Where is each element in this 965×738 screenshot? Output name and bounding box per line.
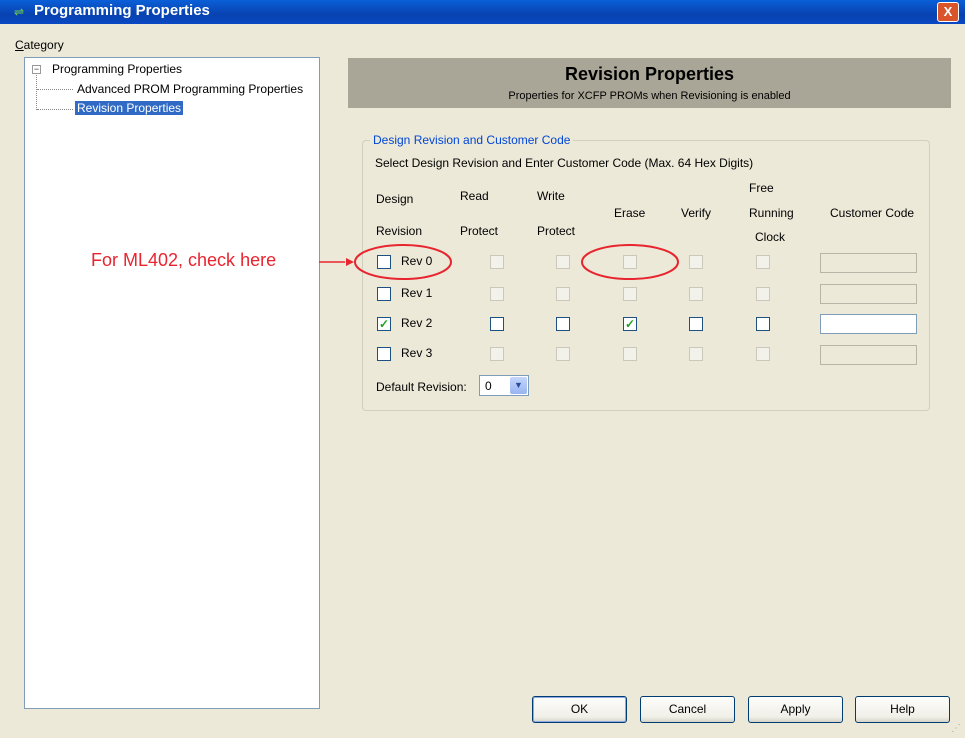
rev-0-write-protect-checkbox bbox=[556, 255, 570, 269]
tree-connector bbox=[36, 75, 37, 110]
groupbox-instruction: Select Design Revision and Enter Custome… bbox=[375, 156, 754, 170]
resize-grip-icon[interactable]: ⋰ bbox=[951, 723, 961, 734]
default-revision-value: 0 bbox=[485, 379, 492, 393]
col-read-line2: Protect bbox=[460, 224, 499, 238]
rev-3-erase-checkbox bbox=[623, 347, 637, 361]
rev-2-label: Rev 2 bbox=[401, 316, 433, 330]
tree-connector bbox=[37, 109, 73, 110]
rev-1-write-protect-checkbox bbox=[556, 287, 570, 301]
col-verify: Verify bbox=[681, 206, 712, 220]
rev-1-erase-checkbox bbox=[623, 287, 637, 301]
default-revision-select[interactable]: 0 ▼ bbox=[479, 375, 529, 396]
annotation-arrowhead bbox=[346, 258, 354, 266]
col-erase: Erase bbox=[614, 206, 646, 220]
rev-1-checkbox[interactable] bbox=[377, 287, 391, 301]
chevron-down-icon[interactable]: ▼ bbox=[510, 377, 527, 394]
rev-3-free-running-checkbox bbox=[756, 347, 770, 361]
col-design-line2: Revision bbox=[376, 224, 423, 238]
groupbox-title: Design Revision and Customer Code bbox=[370, 133, 574, 147]
rev-2-erase-checkbox[interactable]: ✓ bbox=[623, 317, 637, 331]
app-icon: ⇌ bbox=[14, 5, 25, 19]
category-label: Category bbox=[15, 38, 64, 52]
design-revision-groupbox bbox=[362, 140, 930, 411]
category-label-rest: ategory bbox=[23, 38, 64, 52]
window-title: Programming Properties bbox=[34, 2, 210, 19]
rev-0-verify-checkbox bbox=[689, 255, 703, 269]
rev-2-write-protect-checkbox[interactable] bbox=[556, 317, 570, 331]
rev-2-checkbox[interactable]: ✓ bbox=[377, 317, 391, 331]
section-header: Revision Properties Properties for XCFP … bbox=[348, 58, 951, 108]
annotation-label: For ML402, check here bbox=[91, 250, 277, 270]
programming-properties-dialog: ⇌ Programming Properties X Category − Pr… bbox=[0, 0, 965, 738]
tree-item-programming-properties[interactable]: Programming Properties bbox=[52, 62, 182, 76]
rev-3-label: Rev 3 bbox=[401, 346, 433, 360]
category-label-accel: C bbox=[15, 38, 24, 52]
col-design-line1: Design bbox=[376, 192, 414, 206]
rev-0-customer-code-field bbox=[820, 253, 917, 273]
close-button[interactable]: X bbox=[937, 2, 959, 22]
col-write-line2: Protect bbox=[537, 224, 576, 238]
apply-button[interactable]: Apply bbox=[748, 696, 843, 723]
rev-3-checkbox[interactable] bbox=[377, 347, 391, 361]
rev-2-customer-code-field[interactable] bbox=[820, 314, 917, 334]
rev-1-read-protect-checkbox bbox=[490, 287, 504, 301]
rev-0-label: Rev 0 bbox=[401, 254, 433, 268]
rev-0-free-running-checkbox bbox=[756, 255, 770, 269]
help-button[interactable]: Help bbox=[855, 696, 950, 723]
rev-2-verify-checkbox[interactable] bbox=[689, 317, 703, 331]
section-subtitle: Properties for XCFP PROMs when Revisioni… bbox=[508, 90, 791, 102]
col-free-line1: Free bbox=[749, 181, 774, 195]
checkmark-icon: ✓ bbox=[624, 317, 636, 331]
col-write-line1: Write bbox=[537, 189, 565, 203]
col-read-line1: Read bbox=[460, 189, 489, 203]
rev-1-free-running-checkbox bbox=[756, 287, 770, 301]
rev-1-verify-checkbox bbox=[689, 287, 703, 301]
tree-connector bbox=[37, 89, 73, 90]
rev-3-customer-code-field bbox=[820, 345, 917, 365]
apply-button-label: Apply bbox=[780, 702, 811, 716]
rev-2-free-running-checkbox[interactable] bbox=[756, 317, 770, 331]
cancel-button[interactable]: Cancel bbox=[640, 696, 735, 723]
tree-item-advanced-prom[interactable]: Advanced PROM Programming Properties bbox=[75, 82, 305, 96]
help-button-label: Help bbox=[890, 702, 915, 716]
rev-0-checkbox[interactable] bbox=[377, 255, 391, 269]
ok-button[interactable]: OK bbox=[532, 696, 627, 723]
col-customer-code: Customer Code bbox=[830, 206, 915, 220]
category-tree[interactable]: − Programming Properties Advanced PROM P… bbox=[24, 57, 320, 709]
checkmark-icon: ✓ bbox=[378, 317, 390, 331]
col-free-line3: Clock bbox=[755, 230, 786, 244]
rev-1-customer-code-field bbox=[820, 284, 917, 304]
rev-3-write-protect-checkbox bbox=[556, 347, 570, 361]
rev-1-label: Rev 1 bbox=[401, 286, 433, 300]
rev-2-read-protect-checkbox[interactable] bbox=[490, 317, 504, 331]
minus-box-icon[interactable]: − bbox=[32, 65, 41, 74]
title-bar[interactable]: ⇌ Programming Properties X bbox=[0, 0, 965, 24]
default-revision-label: Default Revision: bbox=[376, 380, 467, 394]
col-free-line2: Running bbox=[749, 206, 794, 220]
rev-0-read-protect-checkbox bbox=[490, 255, 504, 269]
rev-3-read-protect-checkbox bbox=[490, 347, 504, 361]
section-title: Revision Properties bbox=[564, 64, 735, 84]
rev-0-erase-checkbox bbox=[623, 255, 637, 269]
tree-item-revision-properties[interactable]: Revision Properties bbox=[75, 101, 184, 115]
rev-3-verify-checkbox bbox=[689, 347, 703, 361]
